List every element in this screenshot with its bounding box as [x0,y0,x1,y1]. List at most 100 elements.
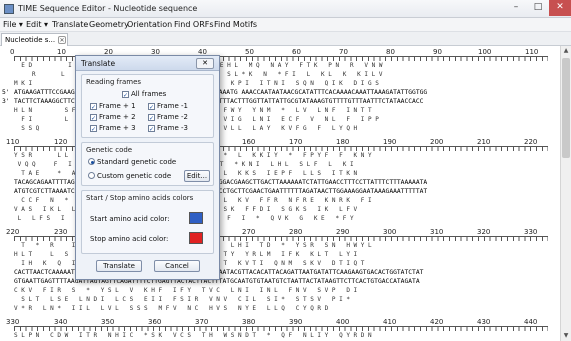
checkbox-checked-icon: ✓ [148,114,155,122]
ruler-number: 340 [54,318,68,326]
dialog-title-bar[interactable]: Translate ✕ [76,56,219,71]
ruler-number: 200 [430,138,444,146]
ruler-number: 320 [477,228,491,236]
scroll-up-icon[interactable]: ▲ [561,46,571,56]
frame-plus3-checkbox[interactable]: ✓ Frame + 3 [90,124,136,133]
ruler-number: 110 [525,48,539,56]
aa-frame-line: C K V F I R S * Y S L V K H F I F Y T V … [14,287,358,294]
ruler-number: 220 [6,228,20,236]
menu-find-motifs[interactable]: Find Motifs [214,20,257,29]
close-window-button[interactable]: ✕ [549,0,571,16]
aa-frame-line: S L P N C D W I T R N H I C * S K V C S … [14,332,372,339]
ruler-number: 70 [339,48,348,56]
minimize-button[interactable]: – [505,0,527,16]
frame-minus2-checkbox[interactable]: ✓ Frame -2 [148,113,189,122]
ruler-number: 0 [10,48,15,56]
translate-dialog: Translate ✕ Reading frames ✓ All frames ✓… [75,55,220,280]
checkbox-label: Frame + 3 [99,124,136,132]
translate-button[interactable]: Translate [96,260,142,272]
menu-geometry[interactable]: Geometry [89,20,129,29]
ruler-number: 310 [430,228,444,236]
ruler-number: 420 [430,318,444,326]
checkbox-checked-icon: ✓ [148,103,155,111]
document-tabs: Nucleotide s... ✕ [0,32,571,46]
all-frames-checkbox[interactable]: ✓ All frames [122,90,166,99]
standard-code-radio[interactable]: Standard genetic code [88,158,176,166]
ruler-number: 410 [383,318,397,326]
checkbox-checked-icon: ✓ [148,125,155,133]
checkbox-checked-icon: ✓ [90,103,97,111]
ruler-number: 230 [54,228,68,236]
ruler-number: 10 [57,48,66,56]
checkbox-label: Frame -1 [157,102,189,110]
start-color-swatch[interactable] [189,212,203,224]
cancel-button[interactable]: Cancel [154,260,200,272]
reading-frames-group: Reading frames ✓ All frames ✓ Frame + 1 ✓ F… [81,74,214,138]
aa-frame-line: V * R L N * I I L L V L S S S M F V N C … [14,305,329,312]
ruler-number: 90 [433,48,442,56]
menu-bar: File ▾ Edit ▾ Translate Geometry Orienta… [0,18,571,32]
genetic-code-group: Genetic code Standard genetic code Custo… [81,142,214,186]
ruler-number: 330 [6,318,20,326]
ruler-number: 430 [477,318,491,326]
app-icon [4,4,14,14]
tab-close-icon[interactable]: ✕ [58,36,66,44]
title-bar: TIME Sequence Editor - Nucleotide sequen… [0,0,571,18]
checkbox-label: Frame -2 [157,113,189,121]
menu-translate[interactable]: Translate [52,20,88,29]
ruler-number: 180 [336,138,350,146]
edit-genetic-code-button[interactable]: Edit... [184,170,210,182]
ruler-number: 440 [524,318,538,326]
checkbox-checked-icon: ✓ [90,125,97,133]
tab-nucleotide-sequence[interactable]: Nucleotide s... ✕ [1,33,68,46]
dialog-title: Translate [81,59,116,68]
ruler-number: 280 [289,228,303,236]
ruler-number: 120 [54,138,68,146]
aa-frame-line: S L T L S E L N D I L C S E I I F S I R … [14,296,350,303]
ruler-number: 270 [242,228,256,236]
menu-file[interactable]: File ▾ [3,20,23,29]
ruler-number: 400 [336,318,350,326]
ruler-number: 80 [386,48,395,56]
ruler-number: 380 [242,318,256,326]
radio-label: Custom genetic code [97,172,172,180]
genetic-code-heading: Genetic code [86,146,133,154]
amino-acid-colors-group: Start / Stop amino acids colors Start am… [81,190,214,254]
window-title: TIME Sequence Editor - Nucleotide sequen… [18,4,198,13]
ruler-number: 330 [524,228,538,236]
frame-minus3-checkbox[interactable]: ✓ Frame -3 [148,124,189,133]
scroll-down-icon[interactable]: ▼ [561,331,571,341]
ruler-number: 190 [383,138,397,146]
colors-heading: Start / Stop amino acids colors [86,194,194,202]
ruler-number: 290 [336,228,350,236]
vertical-scrollbar[interactable]: ▲ ▼ [560,46,571,341]
ruler-number: 350 [101,318,115,326]
frame-plus2-checkbox[interactable]: ✓ Frame + 2 [90,113,136,122]
menu-orientation[interactable]: Orientation [127,20,172,29]
checkbox-label: Frame -3 [157,124,189,132]
tab-label: Nucleotide s... [5,36,56,44]
ruler-number: 220 [524,138,538,146]
ruler-number: 100 [478,48,492,56]
dialog-close-icon[interactable]: ✕ [196,58,214,69]
ruler-number: 360 [148,318,162,326]
scroll-thumb[interactable] [562,58,570,158]
menu-find-orfs[interactable]: Find ORFs [174,20,214,29]
ruler-number: 170 [289,138,303,146]
checkbox-label: Frame + 1 [99,102,136,110]
ruler-number: 160 [242,138,256,146]
checkbox-label: Frame + 2 [99,113,136,121]
frame-plus1-checkbox[interactable]: ✓ Frame + 1 [90,102,136,111]
ruler-number: 300 [383,228,397,236]
stop-color-swatch[interactable] [189,232,203,244]
custom-code-radio[interactable]: Custom genetic code [88,172,171,180]
radio-label: Standard genetic code [97,158,177,166]
menu-edit[interactable]: Edit ▾ [26,20,48,29]
start-color-label: Start amino acid color: [90,215,170,223]
checkbox-checked-icon: ✓ [122,91,129,99]
stop-color-label: Stop amino acid color: [90,235,169,243]
maximize-button[interactable]: □ [527,0,549,16]
frame-minus1-checkbox[interactable]: ✓ Frame -1 [148,102,189,111]
checkbox-checked-icon: ✓ [90,114,97,122]
position-ruler: 330 340 350 360 370 380 390 400 410 420 … [0,318,560,331]
